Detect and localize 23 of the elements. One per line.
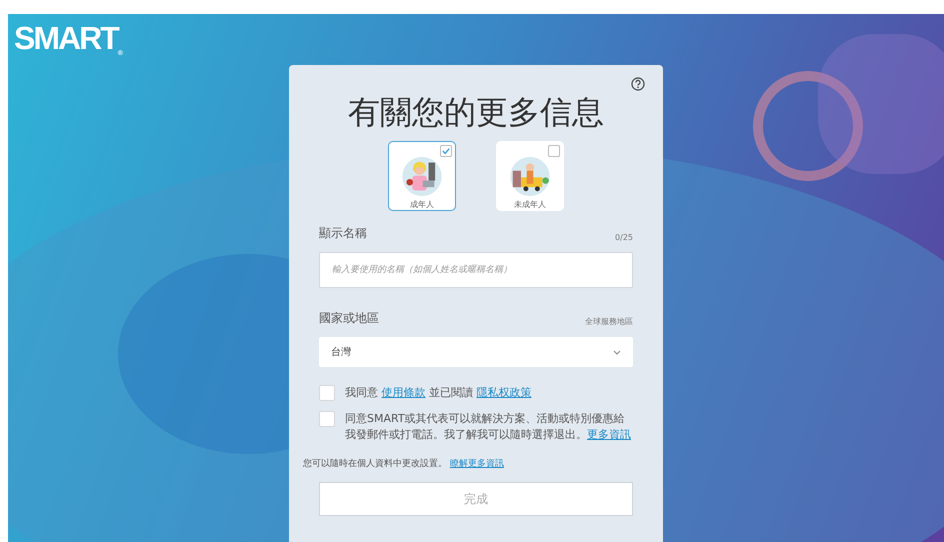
help-icon[interactable] (631, 77, 645, 91)
checkbox[interactable] (319, 411, 335, 427)
settings-note: 您可以隨時在個人資料中更改設置。 瞭解更多資訊 (303, 458, 505, 470)
page-title: 有關您的更多信息 (347, 92, 605, 133)
woman-at-laptop-drawing (401, 156, 443, 197)
role-option[interactable]: 成年人 (388, 141, 456, 211)
consent-text: 我同意 使用條款 並已閱讀 隱私权政策 (345, 385, 532, 401)
field-label: 顯示名稱 (319, 225, 367, 242)
consent-text: 同意SMART或其代表可以就解決方案、活動或特別優惠給我發郵件或打電話。我了解我可以隨時選擇退出。更多資訊 (345, 411, 632, 443)
link[interactable]: 使用條款 (382, 386, 426, 399)
checkbox[interactable] (319, 385, 335, 401)
character-counter: 0/25 (615, 233, 633, 242)
country-select[interactable]: 台灣 (319, 337, 633, 367)
link[interactable]: 隱私权政策 (476, 386, 532, 399)
finish-button[interactable]: 完成 (319, 482, 633, 516)
link[interactable]: 瞭解更多資訊 (450, 459, 504, 469)
chevron-down-icon (613, 350, 621, 354)
field-label: 國家或地區 (319, 310, 379, 327)
region-hint: 全球服務地區 (585, 316, 633, 327)
display-name-field[interactable]: 輸入要使用的名稱（如個人姓名或暱稱名稱） (319, 252, 633, 288)
role-option[interactable]: 未成年人 (496, 141, 564, 211)
link[interactable]: 更多資訊 (587, 428, 631, 441)
girl-with-truck-drawing (509, 156, 551, 197)
